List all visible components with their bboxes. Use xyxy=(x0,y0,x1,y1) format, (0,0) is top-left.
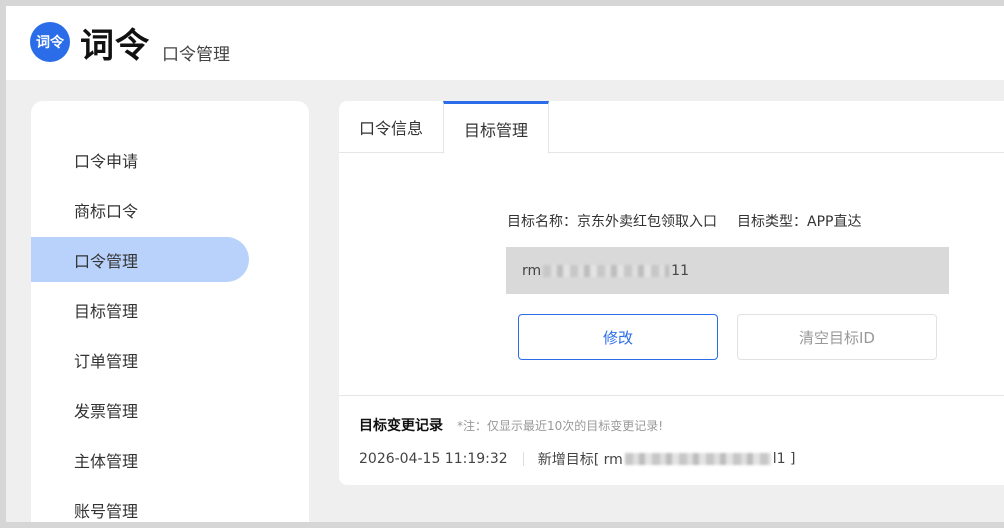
sidebar-item-command-management[interactable]: 口令管理 xyxy=(31,237,249,282)
target-id-field[interactable]: rm 11 xyxy=(506,247,949,294)
target-id-suffix: 11 xyxy=(671,262,689,279)
target-name-label: 目标名称： xyxy=(507,214,577,230)
target-id-prefix: rm xyxy=(522,262,542,279)
sidebar-item-target-management[interactable]: 目标管理 xyxy=(31,287,249,332)
logo-icon: 词令 xyxy=(30,22,70,62)
tab-target-management[interactable]: 目标管理 xyxy=(443,101,549,154)
tab-command-info[interactable]: 口令信息 xyxy=(339,101,443,153)
redacted-log-blur xyxy=(624,453,771,465)
target-info: 目标名称：京东外卖红包领取入口 目标类型：APP直达 xyxy=(507,211,861,231)
sidebar: 口令申请 商标口令 口令管理 目标管理 订单管理 发票管理 主体管理 账号管理 xyxy=(31,101,309,522)
clear-target-id-button[interactable]: 清空目标ID xyxy=(737,314,937,360)
sidebar-item-entities[interactable]: 主体管理 xyxy=(31,437,249,482)
tab-bar: 口令信息 目标管理 xyxy=(339,101,1004,154)
divider xyxy=(339,395,1004,396)
brand-title: 词令 xyxy=(80,26,150,66)
app-frame: 词令 词令 口令管理 口令申请 商标口令 口令管理 目标管理 订单管理 发票管理… xyxy=(0,0,1004,528)
target-type-value: APP直达 xyxy=(807,214,862,230)
app-background: 词令 词令 口令管理 口令申请 商标口令 口令管理 目标管理 订单管理 发票管理… xyxy=(6,6,1004,522)
redacted-id-blur xyxy=(543,264,670,277)
target-name-value: 京东外卖红包领取入口 xyxy=(577,214,717,230)
main-panel: 口令信息 目标管理 目标名称：京东外卖红包领取入口 目标类型：APP直达 rm 11… xyxy=(339,101,1004,485)
log-separator xyxy=(522,452,524,466)
change-log-note: *注：仅显示最近10次的目标变更记录! xyxy=(457,419,664,433)
change-log-action-prefix: 新增目标[ rm xyxy=(537,452,623,468)
sidebar-item-accounts[interactable]: 账号管理 xyxy=(31,487,249,522)
sidebar-item-apply[interactable]: 口令申请 xyxy=(31,137,249,182)
page-subtitle: 口令管理 xyxy=(162,45,230,65)
target-type-label: 目标类型： xyxy=(737,214,807,230)
sidebar-item-trademark[interactable]: 商标口令 xyxy=(31,187,249,232)
change-log-title: 目标变更记录 xyxy=(359,418,443,434)
sidebar-item-invoices[interactable]: 发票管理 xyxy=(31,387,249,432)
sidebar-item-orders[interactable]: 订单管理 xyxy=(31,337,249,382)
edit-button[interactable]: 修改 xyxy=(518,314,718,360)
top-header: 词令 词令 口令管理 xyxy=(6,6,1004,80)
change-log-row: 2026-04-15 11:19:32 新增目标[ rm l1 ] xyxy=(359,449,795,469)
change-log-time: 2026-04-15 11:19:32 xyxy=(359,451,508,467)
change-log-action-suffix: l1 ] xyxy=(772,451,796,467)
